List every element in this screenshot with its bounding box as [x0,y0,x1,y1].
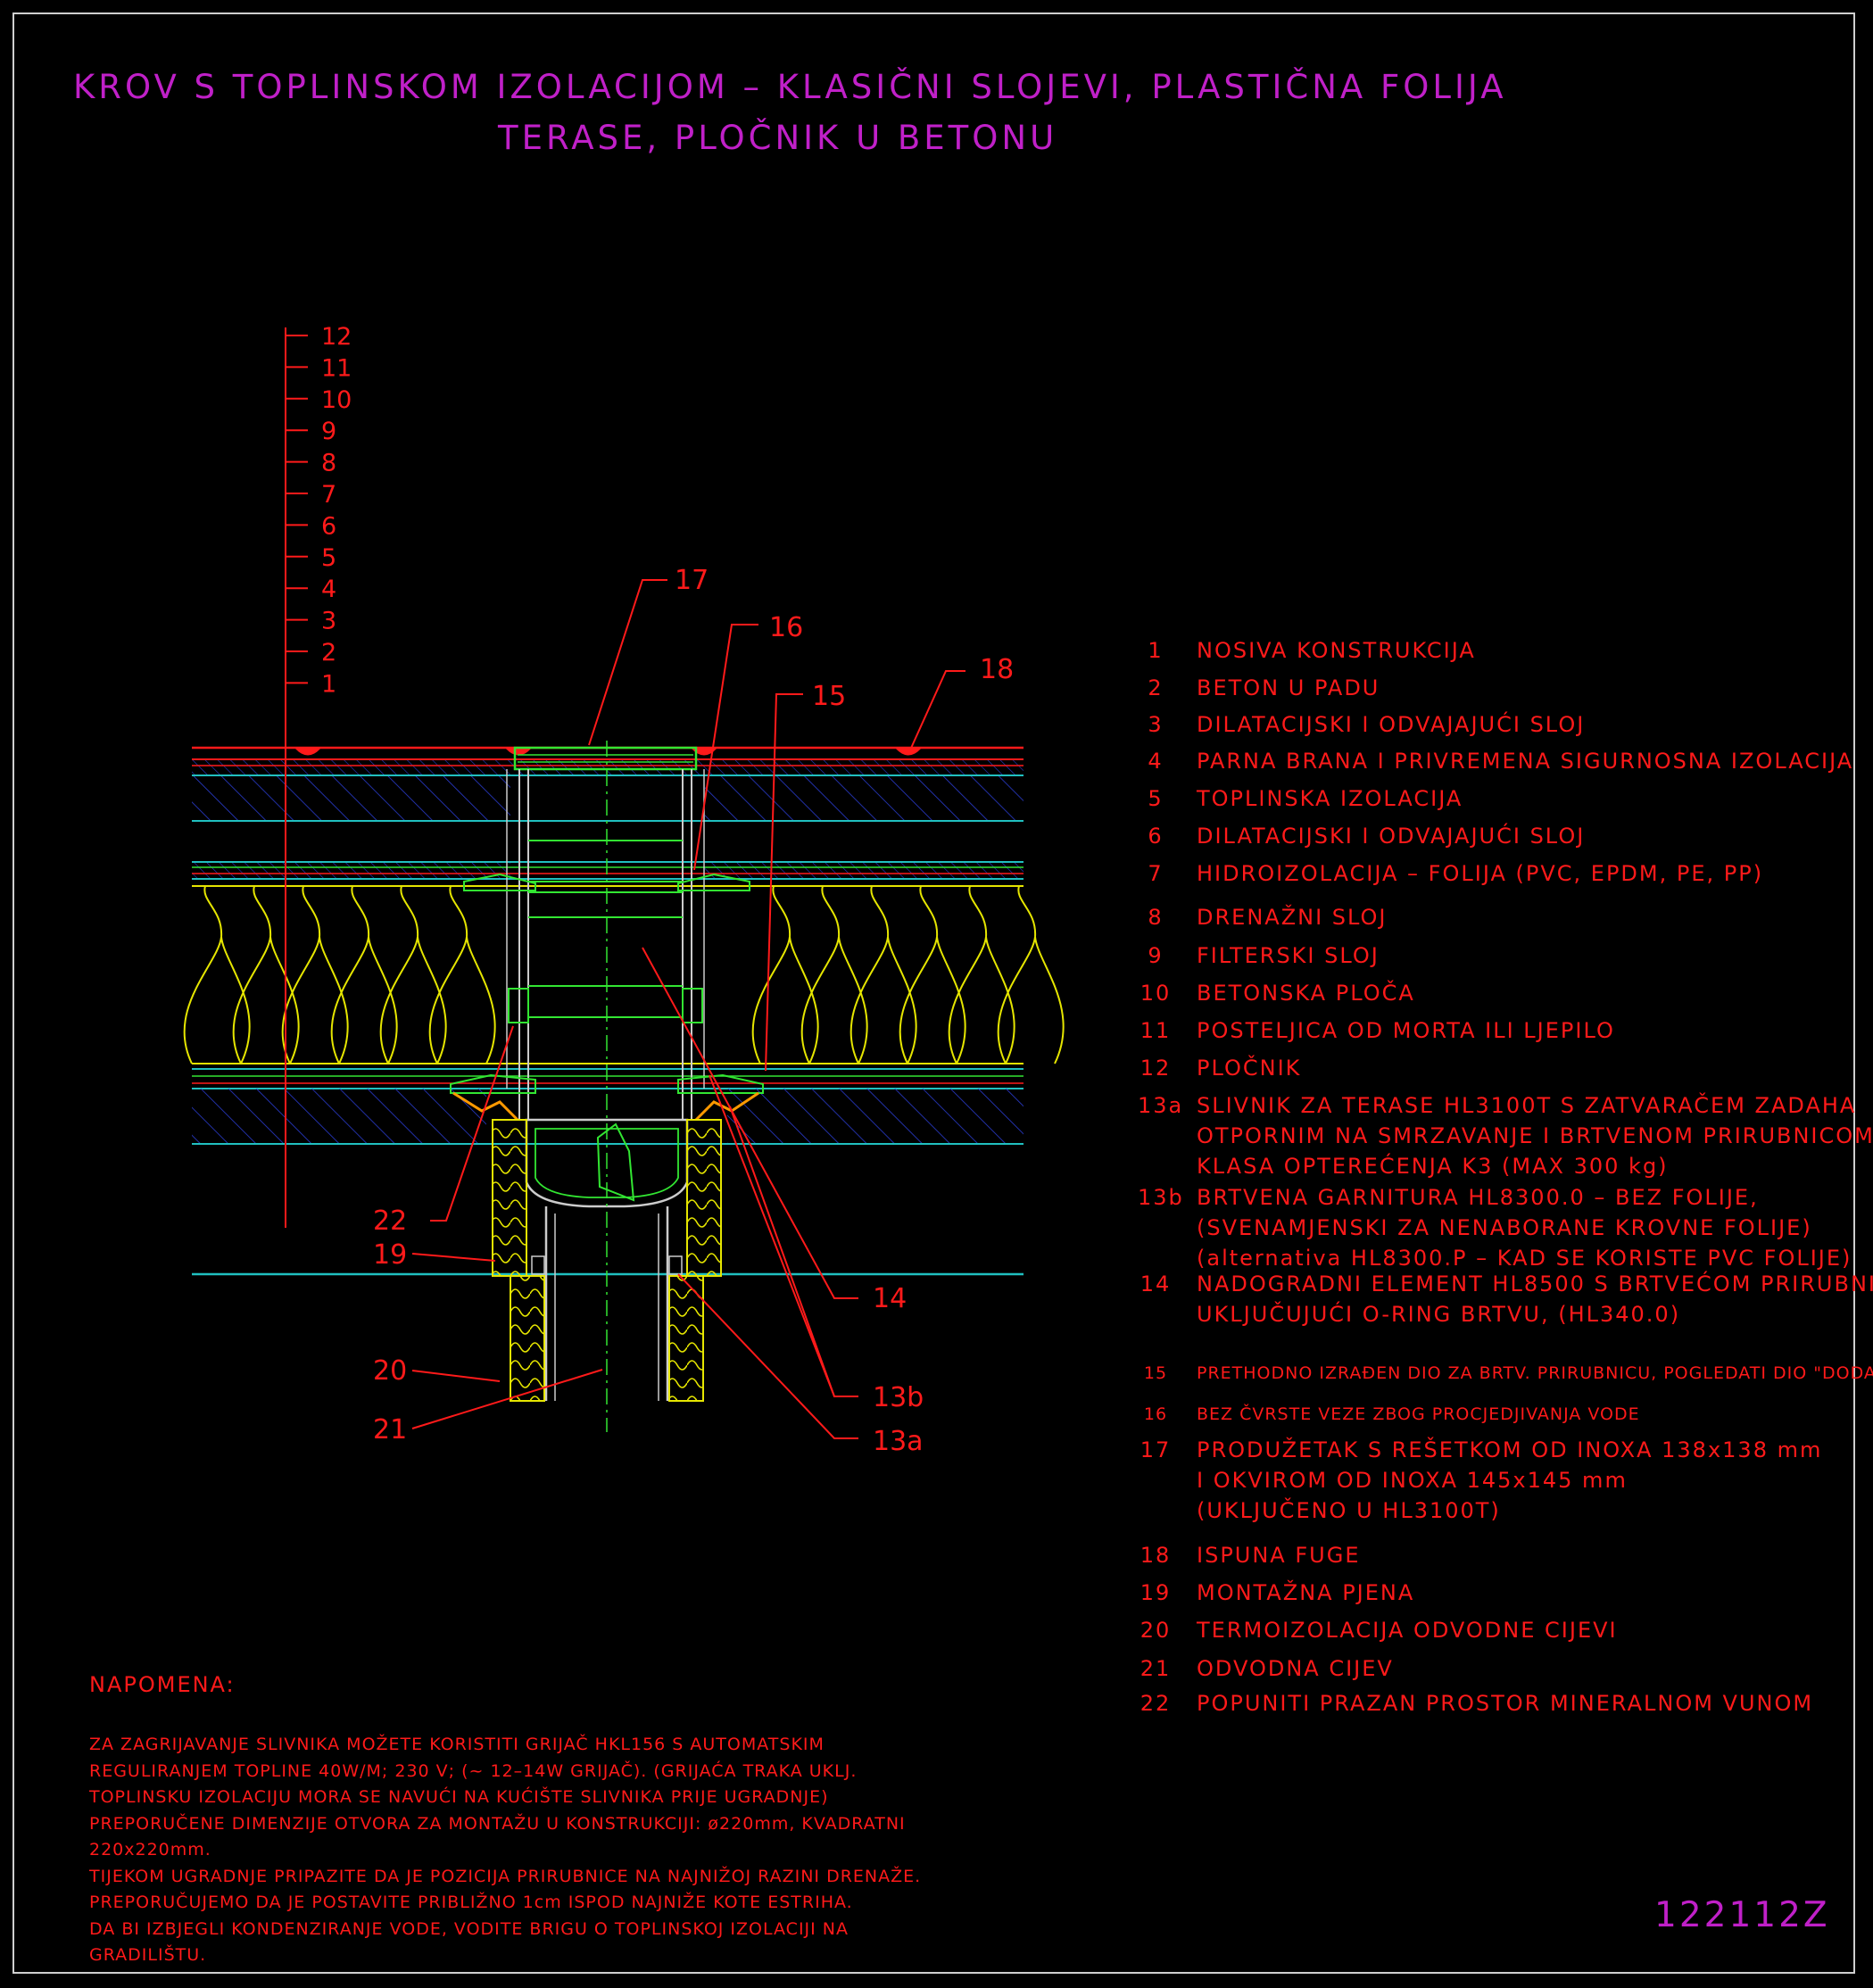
notes-line: PREPORUČUJEMO DA JE POSTAVITE PRIBLIŽNO … [89,1893,853,1912]
legend-text: PRETHODNO IZRAĐEN DIO ZA BRTV. PRIRUBNIC… [1197,1363,1873,1383]
legend-text: SLIVNIK ZA TERASE HL3100T S ZATVARAČEM Z… [1197,1093,1873,1179]
callout-label: 14 [873,1283,907,1314]
legend-number: 7 [1148,861,1164,886]
notes-line: DA BI IZBJEGLI KONDENZIRANJE VODE, VODIT… [89,1918,849,1939]
legend-number: 4 [1148,749,1164,774]
legend-number: 18 [1140,1543,1172,1568]
legend-text: TOPLINSKA IZOLACIJA [1197,786,1463,811]
callout-label: 13a [873,1426,924,1457]
legend-text: PARNA BRANA I PRIVREMENA SIGURNOSNA IZOL… [1197,749,1854,774]
scale-label: 3 [321,608,336,635]
legend-text: ISPUNA FUGE [1197,1543,1361,1568]
legend-number: 14 [1140,1271,1172,1296]
callout-label: 17 [675,565,709,596]
legend-number: 9 [1148,943,1164,968]
legend-text: PLOČNIK [1197,1056,1302,1081]
legend-text: NADOGRADNI ELEMENT HL8500 S BRTVEĆOM PRI… [1197,1271,1873,1327]
legend-number: 12 [1140,1056,1172,1081]
legend-number: 1 [1148,638,1164,663]
notes-line: GRADILIŠTU. [89,1945,207,1965]
legend-text: HIDROIZOLACIJA – FOLIJA (PVC, EPDM, PE, … [1197,861,1764,886]
legend-text: BETON U PADU [1197,675,1380,700]
scale-label: 6 [321,512,336,540]
legend-number: 13a [1138,1093,1184,1118]
legend-text: DILATACIJSKI I ODVAJAJUĆI SLOJ [1197,824,1586,849]
legend-text: POSTELJICA OD MORTA ILI LJEPILO [1197,1018,1615,1043]
notes-block: NAPOMENA: ZA ZAGRIJAVANJE SLIVNIKA MOŽET… [89,1672,999,1969]
scale-label: 1 [321,670,336,698]
legend-number: 20 [1140,1618,1172,1643]
legend-text: DILATACIJSKI I ODVAJAJUĆI SLOJ [1197,712,1586,737]
scale-label: 2 [321,639,336,667]
legend-text: ODVODNA CIJEV [1197,1656,1394,1681]
notes-line: PREPORUČENE DIMENZIJE OTVORA ZA MONTAŽU … [89,1813,906,1834]
drainage-layer [192,862,510,879]
concrete-slab [192,776,510,821]
scale-label: 4 [321,576,336,603]
legend-text: MONTAŽNA PJENA [1197,1580,1415,1605]
drain-assembly [450,741,764,1432]
notes-body: ZA ZAGRIJAVANJE SLIVNIKA MOŽETE KORISTIT… [89,1732,999,1969]
legend-text: NOSIVA KONSTRUKCIJA [1197,638,1476,663]
legend-number: 21 [1140,1656,1172,1681]
callout-label: 13b [873,1382,924,1413]
legend-number: 2 [1148,675,1164,700]
notes-line: REGULIRANJEM TOPLINE 40W/M; 230 V; (~ 12… [89,1760,858,1781]
callout-label: 20 [373,1355,407,1387]
legend-number: 5 [1148,786,1164,811]
legend-number: 22 [1140,1691,1172,1716]
callout-label: 19 [373,1239,407,1271]
callout-label: 15 [812,681,846,712]
legend-text: PRODUŽETAK S REŠETKOM OD INOXA 138x138 m… [1197,1437,1823,1523]
legend-text: TERMOIZOLACIJA ODVODNE CIJEVI [1197,1618,1618,1643]
callout-label: 18 [980,654,1014,685]
legend-number: 11 [1140,1018,1172,1043]
scale-label: 7 [321,481,336,509]
legend-text: DRENAŽNI SLOJ [1197,905,1388,930]
notes-line: TOPLINSKU IZOLACIJU MORA SE NAVUĆI NA KU… [89,1787,829,1807]
notes-title: NAPOMENA: [89,1672,236,1697]
legend-number: 19 [1140,1580,1172,1605]
scale-label: 11 [321,354,352,382]
callout-label: 22 [373,1205,407,1237]
callout-label: 16 [769,612,803,643]
notes-line: ZA ZAGRIJAVANJE SLIVNIKA MOŽETE KORISTIT… [89,1735,825,1754]
structural-slab [192,1089,486,1144]
legend-text: BEZ ČVRSTE VEZE ZBOG PROCJEDJIVANJA VODE [1197,1404,1640,1424]
layer-section [183,746,1065,1276]
legend-text: FILTERSKI SLOJ [1197,943,1380,968]
legend-number: 15 [1143,1363,1168,1383]
legend-text: POPUNITI PRAZAN PROSTOR MINERALNOM VUNOM [1197,1691,1814,1716]
scale-label: 12 [321,323,352,351]
legend-number: 16 [1143,1404,1168,1424]
legend-number: 8 [1148,905,1164,930]
scale-label: 10 [321,386,352,414]
legend-text: BRTVENA GARNITURA HL8300.0 – BEZ FOLIJE,… [1197,1185,1852,1271]
callout-label: 21 [373,1414,407,1445]
legend-number: 3 [1148,712,1164,737]
thermal-insulation [183,885,1065,1064]
scale-label: 5 [321,544,336,572]
legend-number: 17 [1140,1437,1172,1462]
legend-number: 13b [1138,1185,1184,1210]
legend-number: 10 [1140,981,1172,1006]
notes-line: 220x220mm. [89,1840,211,1860]
scale-label: 8 [321,450,336,477]
scale-label: 9 [321,418,336,445]
drawing-number: 122112Z [1654,1895,1830,1935]
legend-number: 6 [1148,824,1164,849]
legend-text: BETONSKA PLOČA [1197,981,1415,1006]
notes-line: TIJEKOM UGRADNJE PRIPAZITE DA JE POZICIJ… [89,1866,922,1886]
